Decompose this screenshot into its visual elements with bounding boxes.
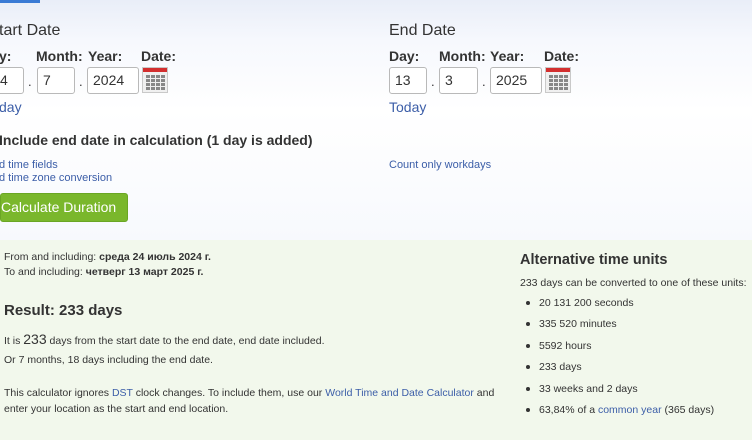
end-day-input[interactable]: 13: [389, 67, 427, 94]
from-value: среда 24 июль 2024 г.: [99, 251, 211, 263]
from-line: From and including: среда 24 июль 2024 г…: [4, 251, 211, 263]
end-year-label: Year:: [490, 48, 525, 64]
add-time-fields-link[interactable]: d time fields: [0, 159, 58, 171]
calculate-duration-button[interactable]: Calculate Duration: [0, 193, 128, 222]
separator-dot: .: [28, 74, 32, 89]
world-time-calculator-link[interactable]: World Time and Date Calculator: [325, 387, 474, 399]
end-month-label: Month:: [439, 48, 486, 64]
separator-dot: .: [431, 74, 435, 89]
count-workdays-link[interactable]: Count only workdays: [389, 159, 491, 171]
separator-dot: .: [79, 74, 83, 89]
start-day-input[interactable]: 4: [0, 67, 24, 94]
start-calendar-icon[interactable]: [142, 67, 168, 93]
start-month-input[interactable]: 7: [37, 67, 75, 94]
results-panel: From and including: среда 24 июль 2024 г…: [0, 240, 752, 440]
date-form: tart Date y: Month: Year: Date: 4 . 7 . …: [0, 0, 752, 240]
common-year-link[interactable]: common year: [598, 404, 662, 416]
end-calendar-icon[interactable]: [545, 67, 571, 93]
include-end-date-checkbox[interactable]: Include end date in calculation (1 day i…: [0, 132, 313, 148]
top-accent-bar: [0, 0, 40, 3]
from-label: From and including:: [4, 251, 97, 263]
end-today-link[interactable]: Today: [389, 99, 426, 115]
end-year-input[interactable]: 2025: [490, 67, 542, 94]
list-item: 33 weeks and 2 days: [524, 382, 714, 403]
start-month-label: Month:: [36, 48, 83, 64]
result-days-line: It is 233 days from the start date to th…: [4, 331, 324, 347]
result-days-text-b: days from the start date to the end date…: [49, 335, 325, 347]
dst-note-text-b: clock changes. To include them, use our: [135, 387, 323, 399]
start-date-label: Date:: [141, 48, 177, 64]
list-item: 233 days: [524, 360, 714, 381]
start-day-label: y:: [0, 48, 12, 64]
start-today-link[interactable]: day: [0, 99, 22, 115]
alt-units-list: 20 131 200 seconds 335 520 minutes 5592 …: [524, 296, 714, 424]
to-line: To and including: четверг 13 март 2025 г…: [4, 266, 203, 278]
start-year-input[interactable]: 2024: [87, 67, 139, 94]
result-days-number: 233: [23, 331, 47, 347]
result-days-text-a: It is: [4, 335, 21, 347]
year-days-text: (365 days): [664, 403, 715, 416]
result-months-line: Or 7 months, 18 days including the end d…: [4, 354, 213, 366]
result-title: Result: 233 days: [4, 302, 123, 319]
list-item: 63,84% of a common year (365 days): [524, 403, 714, 424]
dst-note-text-c: and: [476, 387, 495, 399]
end-date-label: Date:: [544, 48, 580, 64]
dst-note-text-a: This calculator ignores: [4, 387, 110, 399]
end-month-input[interactable]: 3: [439, 67, 478, 94]
to-value: четверг 13 март 2025 г.: [85, 266, 204, 278]
to-label: To and including:: [4, 266, 83, 278]
list-item: 335 520 minutes: [524, 317, 714, 338]
year-percent-text: 63,84% of a: [539, 403, 596, 416]
alt-units-title: Alternative time units: [520, 252, 668, 268]
alt-units-intro: 233 days can be converted to one of thes…: [520, 277, 747, 289]
list-item: 20 131 200 seconds: [524, 296, 714, 317]
separator-dot: .: [482, 74, 486, 89]
add-timezone-link[interactable]: d time zone conversion: [0, 172, 112, 184]
start-year-label: Year:: [88, 48, 123, 64]
list-item: 5592 hours: [524, 339, 714, 360]
end-day-label: Day:: [389, 48, 420, 64]
start-date-heading: tart Date: [0, 22, 61, 39]
dst-note-line2: enter your location as the start and end…: [4, 403, 229, 415]
dst-note-line1: This calculator ignores DST clock change…: [4, 387, 494, 399]
end-date-heading: End Date: [389, 22, 456, 39]
dst-link[interactable]: DST: [112, 387, 133, 399]
